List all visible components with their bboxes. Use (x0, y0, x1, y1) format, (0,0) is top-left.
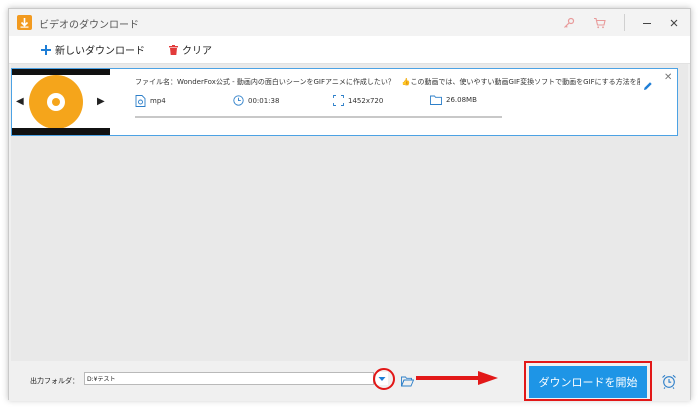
next-thumb-icon[interactable]: ▶ (97, 96, 105, 107)
title-bar: ビデオのダウンロード (9, 9, 690, 36)
clock-icon (233, 95, 244, 106)
window-title: ビデオのダウンロード (39, 20, 139, 31)
duration-value: 00:01:38 (248, 96, 280, 105)
format-icon (135, 95, 146, 107)
download-window: ビデオのダウンロード 新しいダウンロード クリア ◀ ▶ ファイル名：Wonde… (8, 8, 691, 401)
list-item[interactable]: ◀ ▶ ファイル名：WonderFox公式 - 動画内の面白いシーンをGIFアニ… (11, 68, 678, 136)
video-thumbnail: ◀ ▶ (12, 69, 110, 135)
disc-graphic (29, 75, 83, 129)
format-value: mp4 (150, 97, 166, 105)
start-download-button[interactable]: ダウンロードを開始 (529, 366, 647, 398)
download-list: ◀ ▶ ファイル名：WonderFox公式 - 動画内の面白いシーンをGIFアニ… (11, 64, 688, 361)
duration-info: 00:01:38 (233, 95, 279, 106)
plus-icon (41, 44, 51, 55)
resolution-icon (333, 95, 344, 106)
toolbar: 新しいダウンロード クリア (9, 36, 690, 64)
output-folder-field[interactable] (84, 372, 374, 385)
download-progress-bar (135, 116, 502, 118)
alarm-clock-icon[interactable] (661, 374, 677, 393)
size-value: 26.08MB (446, 96, 477, 104)
output-folder-label: 出力フォルダ： (30, 377, 79, 385)
bottom-bar: 出力フォルダ： ダウンロードを開始 (9, 361, 690, 401)
file-name: ファイル名：WonderFox公式 - 動画内の面白いシーンをGIFアニメに作成… (135, 78, 640, 86)
clear-label: クリア (182, 46, 212, 57)
folder-icon (430, 95, 442, 105)
edit-icon[interactable] (643, 76, 653, 95)
annotation-circle (373, 368, 395, 390)
size-info: 26.08MB (430, 95, 477, 105)
previous-thumb-icon[interactable]: ◀ (16, 96, 24, 107)
format-info: mp4 (135, 95, 166, 107)
close-icon[interactable] (664, 13, 684, 33)
trash-icon (169, 44, 178, 55)
new-download-label: 新しいダウンロード (55, 46, 145, 57)
clear-button[interactable]: クリア (169, 42, 212, 57)
annotation-arrow (414, 370, 500, 390)
new-download-button[interactable]: 新しいダウンロード (41, 42, 145, 57)
app-icon (17, 15, 32, 30)
cart-icon[interactable] (589, 13, 609, 33)
minimize-icon[interactable] (637, 13, 657, 33)
open-folder-icon[interactable] (400, 372, 415, 391)
resolution-info: 1452x720 (333, 95, 383, 106)
title-bar-divider (624, 14, 625, 31)
resolution-value: 1452x720 (348, 96, 384, 105)
remove-item-icon[interactable]: ✕ (664, 72, 672, 83)
key-icon[interactable] (559, 13, 579, 33)
